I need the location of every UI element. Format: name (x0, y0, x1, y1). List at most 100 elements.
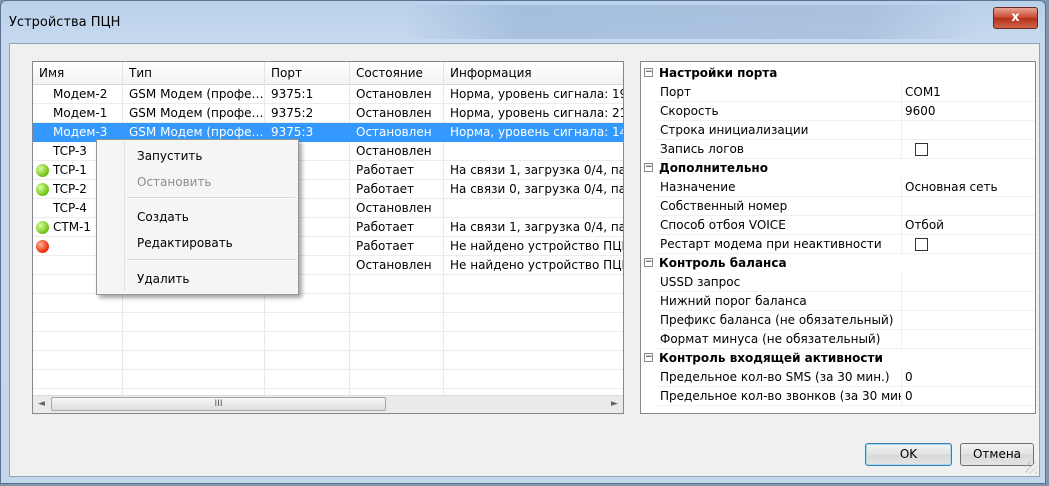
property-column-divider (901, 330, 902, 349)
property-label: Формат минуса (не обязательный) (660, 332, 881, 346)
property-category[interactable]: − Настройки порта (641, 64, 1035, 83)
collapse-icon[interactable]: − (644, 68, 653, 77)
property-column-divider (901, 121, 902, 140)
property-column-divider (901, 387, 902, 406)
property-row[interactable]: Строка инициализации (641, 121, 1035, 140)
cell-info: Не найдено устройство ПЦН (450, 258, 624, 272)
cell-port: 9375:1 (271, 87, 314, 101)
menu-item-delete[interactable]: Удалить (137, 269, 190, 289)
property-column-divider (901, 178, 902, 197)
cancel-button[interactable]: Отмена (960, 443, 1034, 466)
property-row[interactable]: Нижний порог баланса (641, 292, 1035, 311)
cell-type: GSM Модем (профе… (129, 87, 264, 101)
property-row[interactable]: Порт COM1 (641, 83, 1035, 102)
property-category-title: Настройки порта (659, 66, 778, 80)
property-label: Рестарт модема при неактивности (660, 237, 882, 251)
property-row[interactable]: Рестарт модема при неактивности (641, 235, 1035, 254)
property-label: Запись логов (660, 142, 744, 156)
property-row-divider (657, 405, 1035, 406)
property-category-title: Дополнительно (659, 161, 768, 175)
menu-item-start[interactable]: Запустить (137, 146, 202, 166)
property-row[interactable]: Префикс баланса (не обязательный) (641, 311, 1035, 330)
property-column-divider (901, 368, 902, 387)
close-button[interactable]: x (993, 7, 1038, 29)
cell-info (444, 142, 623, 161)
property-row[interactable]: Назначение Основная сеть (641, 178, 1035, 197)
property-label: Нижний порог баланса (660, 294, 807, 308)
collapse-icon[interactable]: − (644, 258, 653, 267)
cell-state: Остановлен (356, 125, 432, 139)
status-running-icon (36, 164, 49, 177)
property-value[interactable] (903, 330, 1035, 349)
column-header-info[interactable]: Информация (444, 62, 623, 84)
property-label: Способ отбоя VOICE (660, 218, 786, 232)
property-column-divider (901, 235, 902, 254)
property-column-divider (901, 292, 902, 311)
cell-state: Остановлен (356, 87, 432, 101)
column-header-state[interactable]: Состояние (350, 62, 444, 84)
column-header-name[interactable]: Имя (33, 62, 123, 84)
property-column-divider (901, 216, 902, 235)
property-label: Собственный номер (660, 199, 788, 213)
property-category[interactable]: − Контроль баланса (641, 254, 1035, 273)
property-checkbox[interactable] (915, 238, 928, 251)
property-row[interactable]: USSD запрос (641, 273, 1035, 292)
menu-item-stop: Остановить (137, 175, 212, 189)
column-header-type[interactable]: Тип (123, 62, 265, 84)
property-row[interactable]: Формат минуса (не обязательный) (641, 330, 1035, 349)
property-value[interactable]: COM1 (903, 83, 1035, 102)
menu-item-create[interactable]: Создать (137, 207, 189, 227)
property-value[interactable] (903, 273, 1035, 292)
resize-grip-icon[interactable] (1025, 462, 1037, 474)
scroll-left-arrow-icon[interactable]: ◄ (33, 396, 50, 413)
property-value[interactable] (903, 121, 1035, 140)
property-value[interactable] (903, 235, 1035, 254)
ok-button[interactable]: OK (865, 443, 952, 466)
menu-item-edit[interactable]: Редактировать (137, 233, 233, 253)
property-row[interactable]: Скорость 9600 (641, 102, 1035, 121)
property-row[interactable]: Предельное кол-во звонков (за 30 мин 0 (641, 387, 1035, 406)
collapse-icon[interactable]: − (644, 163, 653, 172)
property-category-title: Контроль баланса (659, 256, 787, 270)
table-row[interactable]: Модем-2 GSM Модем (профе… 9375:1 Остановлен… (33, 85, 623, 104)
status-running-icon (36, 221, 49, 234)
cell-state: Работает (356, 239, 415, 253)
title-bar[interactable]: Устройства ПЦН x (1, 1, 1045, 43)
property-column-divider (901, 273, 902, 292)
scroll-right-arrow-icon[interactable]: ► (606, 396, 623, 413)
property-column-divider (901, 102, 902, 121)
scroll-thumb[interactable]: III (51, 397, 386, 411)
property-value[interactable]: Отбой (903, 216, 1035, 235)
property-label: Предельное кол-во SMS (за 30 мин.) (660, 370, 890, 384)
property-row[interactable]: Запись логов (641, 140, 1035, 159)
property-label: Префикс баланса (не обязательный) (660, 313, 894, 327)
cell-info: На связи 0, загрузка 0/4, пам (450, 182, 624, 196)
horizontal-scrollbar[interactable]: ◄ III ► (33, 395, 623, 413)
property-label: Строка инициализации (660, 123, 809, 137)
property-value[interactable] (903, 197, 1035, 216)
table-row[interactable]: Модем-1 GSM Модем (профе… 9375:2 Остановлен… (33, 104, 623, 123)
cell-port: 9375:2 (271, 106, 314, 120)
property-row[interactable]: Способ отбоя VOICE Отбой (641, 216, 1035, 235)
property-checkbox[interactable] (915, 143, 928, 156)
property-label: Порт (660, 85, 691, 99)
property-value[interactable]: Основная сеть (903, 178, 1035, 197)
property-value[interactable] (903, 311, 1035, 330)
cell-info: Норма, уровень сигнала: 14 (450, 125, 624, 139)
close-icon: x (1011, 10, 1020, 25)
property-grid[interactable]: − Настройки порта Порт COM1 Скорость 9600 Стро… (640, 61, 1036, 414)
property-value[interactable] (903, 140, 1035, 159)
property-category[interactable]: − Дополнительно (641, 159, 1035, 178)
cell-state: Остановлен (356, 144, 432, 158)
column-header-port[interactable]: Порт (265, 62, 350, 84)
property-value[interactable]: 9600 (903, 102, 1035, 121)
property-value[interactable]: 0 (903, 368, 1035, 387)
property-category[interactable]: − Контроль входящей активности (641, 349, 1035, 368)
property-category-title: Контроль входящей активности (659, 351, 883, 365)
property-row[interactable]: Предельное кол-во SMS (за 30 мин.) 0 (641, 368, 1035, 387)
menu-separator (127, 259, 295, 261)
property-value[interactable]: 0 (903, 387, 1035, 406)
property-value[interactable] (903, 292, 1035, 311)
collapse-icon[interactable]: − (644, 353, 653, 362)
property-row[interactable]: Собственный номер (641, 197, 1035, 216)
